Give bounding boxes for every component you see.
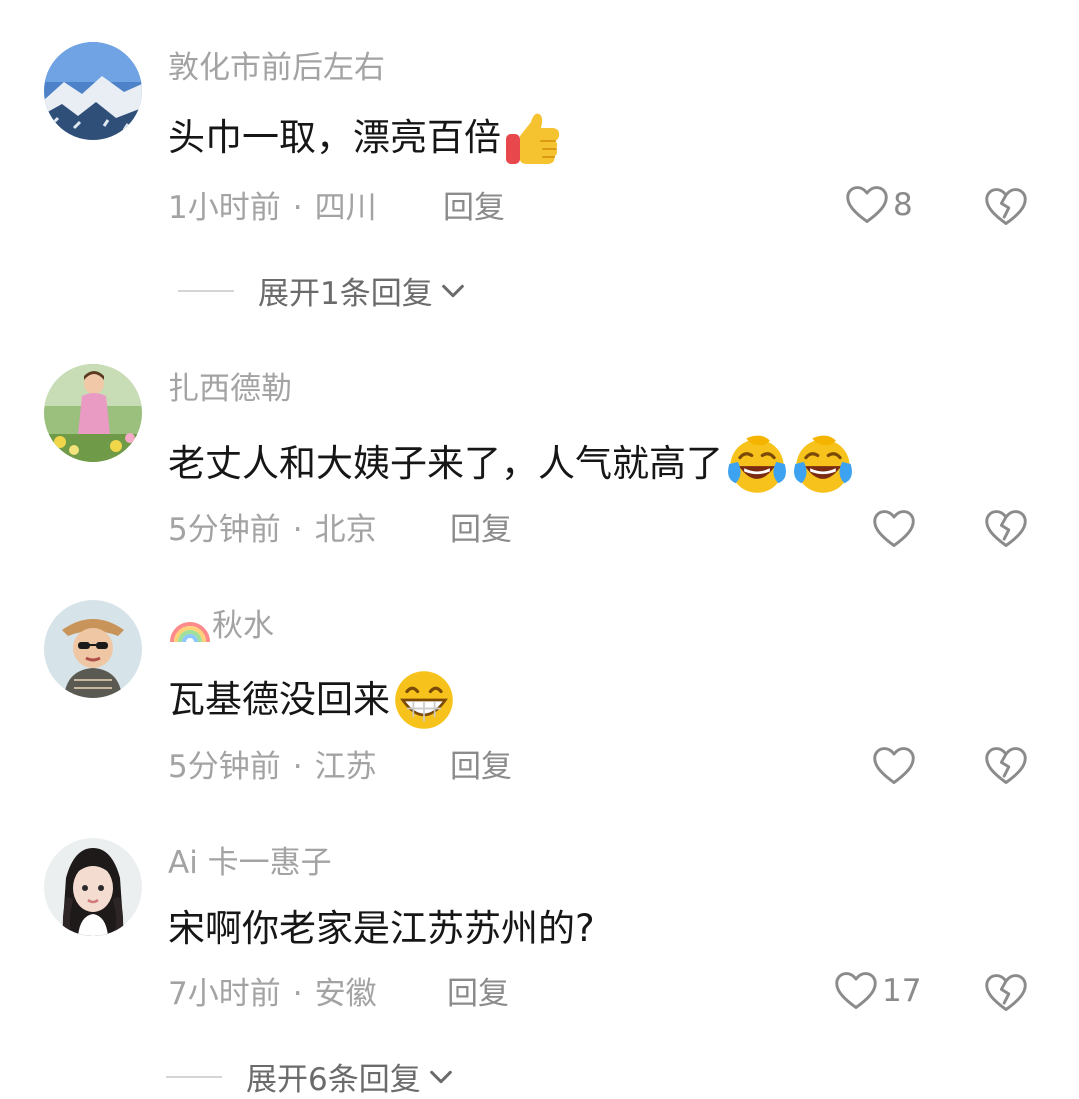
- comment-meta: 5分钟前 · 江苏: [168, 747, 377, 787]
- username[interactable]: 扎西德勒: [168, 369, 292, 409]
- username[interactable]: 秋水: [170, 606, 274, 646]
- username[interactable]: 敦化市前后左右: [168, 48, 385, 88]
- comment-text-content: 瓦基德没回来: [168, 678, 390, 721]
- chevron-down-icon: [439, 277, 467, 305]
- comment-text: 头巾一取，漂亮百倍: [168, 108, 563, 168]
- crying-laughing-emoji: [791, 432, 855, 496]
- comment-location: 安徽: [314, 976, 377, 1012]
- reply-button[interactable]: 回复: [450, 510, 512, 550]
- meta-separator: ·: [292, 512, 303, 548]
- broken-heart-icon: [984, 745, 1028, 787]
- expand-replies-label: 展开6条回复: [246, 1062, 421, 1098]
- comment-location: 江苏: [314, 749, 377, 785]
- heart-outline-icon: [845, 184, 889, 226]
- like-count: 8: [893, 187, 913, 223]
- grinning-emoji: [392, 668, 456, 732]
- avatar[interactable]: [44, 600, 142, 698]
- comment-time: 1小时前: [168, 190, 281, 226]
- rainbow-icon: [170, 622, 210, 643]
- broken-heart-icon: [984, 186, 1028, 228]
- expand-replies-label: 展开1条回复: [258, 276, 433, 312]
- broken-heart-icon: [984, 508, 1028, 550]
- username-text: 秋水: [212, 608, 274, 644]
- comment-text-content: 宋啊你老家是江苏苏州的?: [168, 907, 595, 950]
- meta-separator: ·: [292, 749, 303, 785]
- thumbs-up-emoji: [503, 108, 563, 168]
- comment-time: 7小时前: [168, 976, 281, 1012]
- heart-outline-icon: [872, 508, 916, 550]
- heart-outline-icon: [834, 970, 878, 1012]
- reply-button[interactable]: 回复: [443, 188, 505, 228]
- comment-time: 5分钟前: [168, 749, 281, 785]
- reply-button[interactable]: 回复: [447, 974, 509, 1014]
- username[interactable]: Ai 卡一惠子: [168, 843, 332, 883]
- comment-meta: 5分钟前 · 北京: [168, 510, 377, 550]
- comment-text: 宋啊你老家是江苏苏州的?: [168, 904, 595, 954]
- comment-meta: 1小时前 · 四川: [168, 188, 377, 228]
- comment-text-content: 老丈人和大姨子来了，人气就高了: [168, 442, 723, 485]
- meta-separator: ·: [292, 976, 303, 1012]
- expand-replies-button[interactable]: 展开1条回复: [178, 268, 467, 313]
- meta-separator: ·: [292, 190, 303, 226]
- dislike-button[interactable]: [984, 186, 1028, 228]
- dislike-button[interactable]: [984, 745, 1028, 787]
- expand-replies-button[interactable]: 展开6条回复: [166, 1054, 455, 1099]
- comment-meta: 7小时前 · 安徽: [168, 974, 377, 1014]
- comment-time: 5分钟前: [168, 512, 281, 548]
- like-button[interactable]: [872, 745, 916, 787]
- reply-button[interactable]: 回复: [450, 747, 512, 787]
- dislike-button[interactable]: [984, 508, 1028, 550]
- avatar[interactable]: [44, 364, 142, 462]
- chevron-down-icon: [427, 1063, 455, 1091]
- comment-text-content: 头巾一取，漂亮百倍: [168, 116, 501, 159]
- like-button[interactable]: 17: [834, 970, 921, 1012]
- comment-location: 四川: [314, 190, 377, 226]
- divider: [166, 1075, 222, 1078]
- dislike-button[interactable]: [984, 972, 1028, 1014]
- comment-text: 瓦基德没回来: [168, 668, 456, 732]
- comment-text: 老丈人和大姨子来了，人气就高了: [168, 432, 855, 496]
- broken-heart-icon: [984, 972, 1028, 1014]
- avatar[interactable]: [44, 42, 142, 140]
- like-button[interactable]: [872, 508, 916, 550]
- crying-laughing-emoji: [725, 432, 789, 496]
- heart-outline-icon: [872, 745, 916, 787]
- like-button[interactable]: 8: [845, 184, 913, 226]
- avatar[interactable]: [44, 838, 142, 936]
- comment-location: 北京: [314, 512, 377, 548]
- like-count: 17: [882, 973, 922, 1009]
- divider: [178, 289, 234, 292]
